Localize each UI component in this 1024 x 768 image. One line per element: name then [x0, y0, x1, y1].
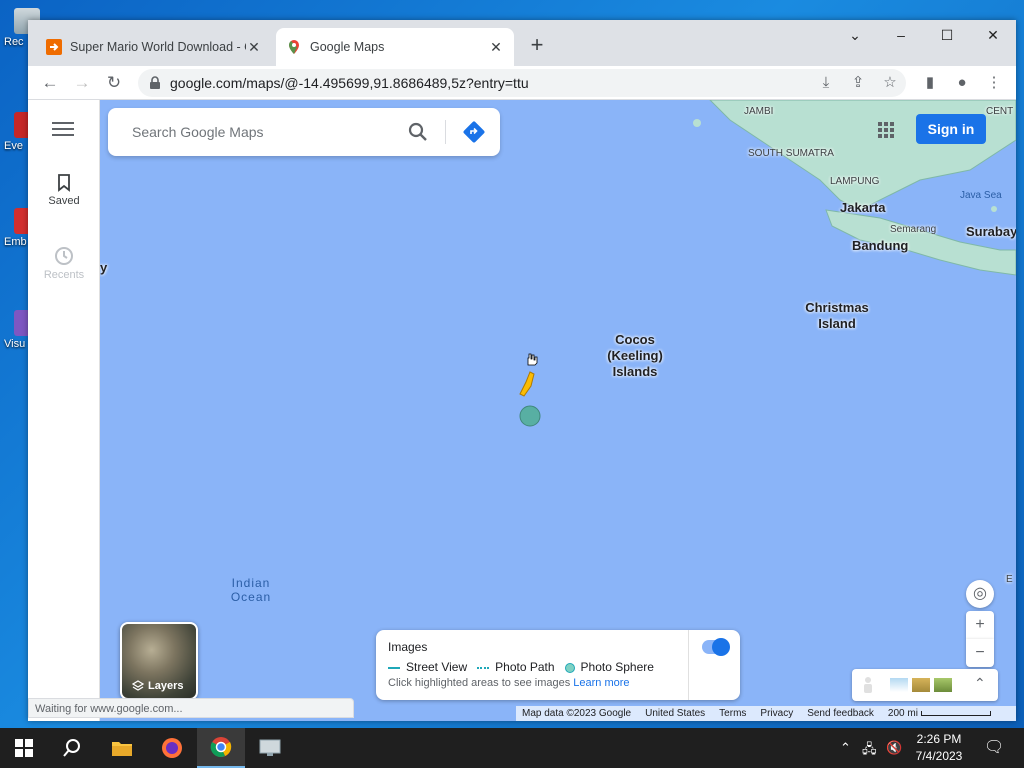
- images-toggle[interactable]: [702, 638, 730, 656]
- privacy-link[interactable]: Privacy: [760, 708, 793, 719]
- play-favicon-icon: [46, 39, 62, 55]
- search-icon: [63, 739, 80, 757]
- network-icon[interactable]: 🖧: [862, 740, 877, 762]
- browser-window: Super Mario World Download - C ✕ Google …: [28, 20, 1016, 721]
- folder-icon: [112, 742, 132, 756]
- photo-path-swatch: [477, 666, 490, 669]
- maximize-button[interactable]: ☐: [924, 20, 970, 50]
- windows-logo-icon: [15, 739, 33, 757]
- profile-avatar-icon[interactable]: ●: [950, 71, 974, 95]
- maps-viewport: Saved Recents JAMBI SOUTH SUMATRA LAMPUN…: [28, 100, 1016, 721]
- search-input[interactable]: Search Google Maps: [132, 124, 264, 140]
- search-box[interactable]: Search Google Maps: [108, 108, 500, 156]
- search-icon[interactable]: [408, 122, 428, 142]
- hamburger-menu-icon[interactable]: [52, 122, 74, 140]
- bookmark-star-icon[interactable]: ☆: [878, 71, 902, 95]
- thumbnail-field[interactable]: [912, 678, 930, 692]
- recents-button[interactable]: Recents: [28, 246, 100, 281]
- zoom-out-button[interactable]: −: [966, 639, 994, 667]
- close-window-button[interactable]: ✕: [970, 20, 1016, 50]
- google-maps-favicon-icon: [289, 40, 299, 54]
- layers-icon: [132, 680, 144, 691]
- file-explorer-button[interactable]: [98, 728, 146, 768]
- street-view-swatch: [388, 666, 400, 669]
- photo-sphere-swatch: [564, 662, 575, 673]
- country-link[interactable]: United States: [645, 708, 705, 719]
- search-divider: [445, 120, 446, 144]
- lock-icon: [150, 76, 160, 89]
- bookmark-icon: [58, 174, 70, 192]
- pegman-slot-icon[interactable]: [858, 675, 878, 695]
- side-rail: Saved Recents: [28, 100, 100, 721]
- reload-button[interactable]: ↻: [102, 71, 126, 95]
- saved-button[interactable]: Saved: [28, 174, 100, 207]
- sign-in-button[interactable]: Sign in: [916, 114, 986, 144]
- expand-up-icon[interactable]: ⌃: [974, 675, 986, 692]
- photo-sphere-marker[interactable]: [519, 405, 541, 427]
- kebab-menu-icon[interactable]: ⋮: [982, 71, 1006, 95]
- tab-google-maps[interactable]: Google Maps ✕: [276, 28, 514, 66]
- my-location-button[interactable]: ◎: [966, 580, 994, 608]
- show-hidden-icons-chevron[interactable]: ⌃: [840, 740, 851, 756]
- firefox-icon: [162, 738, 182, 758]
- google-apps-icon[interactable]: [878, 122, 894, 138]
- browser-toolbar: ← → ↻ google.com/maps/@-14.495699,91.868…: [28, 66, 1016, 100]
- thumbnail-landscape[interactable]: [934, 678, 952, 692]
- tab-strip: Super Mario World Download - C ✕ Google …: [28, 20, 1016, 66]
- hand-cursor-icon: [527, 353, 538, 366]
- tab-super-mario[interactable]: Super Mario World Download - C ✕: [36, 28, 272, 66]
- install-icon[interactable]: ⤓: [814, 71, 838, 95]
- terms-link[interactable]: Terms: [719, 708, 746, 719]
- images-legend: Street View Photo Path Photo Sphere: [388, 660, 654, 674]
- back-button[interactable]: ←: [38, 71, 62, 95]
- zoom-in-button[interactable]: +: [966, 611, 994, 639]
- learn-more-link[interactable]: Learn more: [573, 677, 629, 689]
- scale-bar[interactable]: 200 mi: [888, 708, 991, 719]
- search-taskbar-button[interactable]: [48, 728, 96, 768]
- minimize-button[interactable]: –: [878, 20, 924, 50]
- close-tab-icon[interactable]: ✕: [246, 39, 262, 56]
- pegman-icon[interactable]: [512, 368, 538, 398]
- firefox-button[interactable]: [148, 728, 196, 768]
- attribution-bar: Map data ©2023 Google United States Term…: [516, 706, 1016, 721]
- start-button[interactable]: [0, 728, 48, 768]
- directions-icon[interactable]: [462, 120, 486, 144]
- side-panel-icon[interactable]: ▮: [918, 71, 942, 95]
- thumbnail-sky[interactable]: [890, 678, 908, 692]
- layers-button[interactable]: Layers: [120, 622, 198, 700]
- history-icon: [55, 247, 73, 265]
- notifications-icon[interactable]: 🗨: [984, 737, 1004, 757]
- share-icon[interactable]: ⇪: [846, 71, 870, 95]
- chrome-button[interactable]: [197, 728, 245, 768]
- forward-button[interactable]: →: [70, 71, 94, 95]
- new-tab-button[interactable]: +: [526, 34, 548, 56]
- send-feedback-link[interactable]: Send feedback: [807, 708, 874, 719]
- system-clock[interactable]: 2:26 PM 7/4/2023: [900, 731, 978, 765]
- images-panel: Images Street View Photo Path Photo Sphe…: [376, 630, 740, 700]
- land-shapes: [519, 100, 1016, 427]
- chrome-icon: [210, 737, 232, 757]
- small-island: [693, 119, 701, 127]
- remote-desktop-button[interactable]: [246, 728, 294, 768]
- imagery-strip: ⌃: [852, 669, 998, 701]
- map-canvas[interactable]: JAMBI SOUTH SUMATRA LAMPUNG CENT Jakarta…: [100, 100, 1016, 721]
- chevron-down-icon[interactable]: ⌄: [832, 20, 878, 50]
- address-bar[interactable]: google.com/maps/@-14.495699,91.8686489,5…: [138, 69, 906, 97]
- status-bar: Waiting for www.google.com...: [28, 698, 354, 718]
- url-text: google.com/maps/@-14.495699,91.8686489,5…: [170, 75, 529, 91]
- monitor-icon: [259, 739, 281, 756]
- close-tab-icon[interactable]: ✕: [488, 39, 504, 56]
- taskbar: ⌃ 🖧 🔇 2:26 PM 7/4/2023 🗨: [0, 728, 1024, 768]
- small-island: [991, 206, 997, 212]
